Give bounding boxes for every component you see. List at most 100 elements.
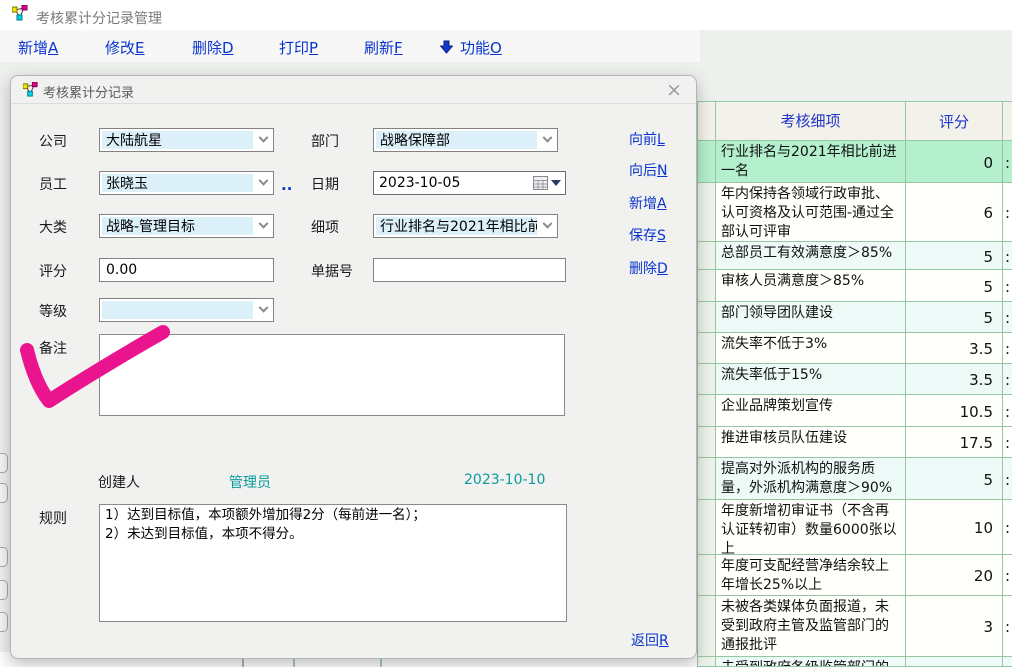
toolbar-edit-button[interactable]: 修改E bbox=[105, 37, 145, 58]
table-row[interactable]: 流失率低于15%3.5: bbox=[698, 364, 1012, 395]
row-header-cell bbox=[698, 555, 716, 595]
assessment-item-cell: 年内保持各领域行政审批、认可资格及认可范围-通过全部认可评审 bbox=[716, 183, 906, 241]
table-row[interactable]: 总部员工有效满意度＞85%5: bbox=[698, 242, 1012, 270]
employee-value: 张晓玉 bbox=[102, 174, 253, 192]
score-cell: 10 bbox=[906, 500, 1003, 554]
assessment-item-cell: 部门领导团队建设 bbox=[716, 302, 906, 332]
close-icon[interactable]: × bbox=[666, 79, 682, 101]
company-value: 大陆航星 bbox=[102, 131, 253, 149]
assessment-item-cell: 年度新增初审证书（不含再认证转初审）数量6000张以上 bbox=[716, 500, 906, 554]
table-row[interactable]: 年度新增初审证书（不含再认证转初审）数量6000张以上10: bbox=[698, 500, 1012, 555]
clipped-column-cell: : bbox=[1003, 141, 1012, 182]
rule-textarea[interactable]: 1）达到目标值，本项额外增加得2分（每前进一名）； 2）未达到目标值，本项不得分… bbox=[99, 504, 567, 622]
toolbar-delete-button[interactable]: 删除D bbox=[192, 37, 234, 58]
clipped-control-fragment bbox=[0, 612, 8, 632]
row-header-cell bbox=[698, 270, 716, 301]
chevron-down-icon[interactable] bbox=[253, 129, 273, 151]
function-menu-arrow-icon bbox=[440, 39, 453, 58]
department-value: 战略保障部 bbox=[376, 131, 537, 149]
save-button[interactable]: 保存S bbox=[629, 225, 666, 245]
company-label: 公司 bbox=[39, 131, 67, 151]
back-button[interactable]: 返回R bbox=[631, 630, 669, 650]
rule-label: 规则 bbox=[39, 508, 67, 528]
prev-button[interactable]: 向前L bbox=[629, 129, 665, 149]
row-header-cell bbox=[698, 657, 716, 667]
record-dialog: 考核累计分记录 × 公司 大陆航星 部门 战略保障部 员工 张晓玉 .. 日期 … bbox=[10, 75, 697, 659]
clipped-column-cell: : bbox=[1003, 183, 1012, 241]
assessment-item-cell: 企业品牌策划宣传 bbox=[716, 395, 906, 426]
category-select[interactable]: 战略-管理目标 bbox=[99, 214, 274, 238]
toolbar-print-button[interactable]: 打印P bbox=[279, 37, 318, 58]
table-row[interactable]: 流失率不低于3%3.5: bbox=[698, 333, 1012, 364]
employee-browse-button[interactable]: .. bbox=[281, 176, 292, 194]
score-cell: 5 bbox=[906, 242, 1003, 269]
clipped-column-cell: : bbox=[1003, 657, 1012, 667]
chevron-down-icon[interactable] bbox=[253, 299, 273, 321]
company-select[interactable]: 大陆航星 bbox=[99, 128, 274, 152]
row-header-cell bbox=[698, 596, 716, 656]
table-row[interactable]: 审核人员满意度＞85%5: bbox=[698, 270, 1012, 302]
detail-select[interactable]: 行业排名与2021年相比前 bbox=[373, 214, 558, 238]
table-row[interactable]: 推进审核员队伍建设17.5: bbox=[698, 427, 1012, 458]
category-value: 战略-管理目标 bbox=[102, 217, 253, 235]
toolbar-function-menu[interactable]: 功能O bbox=[460, 37, 502, 58]
chevron-down-icon[interactable] bbox=[537, 215, 557, 237]
calendar-icon[interactable] bbox=[530, 174, 550, 192]
table-row[interactable]: 年内保持各领域行政审批、认可资格及认可范围-通过全部认可评审6: bbox=[698, 183, 1012, 242]
score-input[interactable] bbox=[99, 258, 274, 282]
assessment-item-cell: 年度可支配经营净结余较上年增长25%以上 bbox=[716, 555, 906, 595]
chevron-down-icon[interactable] bbox=[253, 215, 273, 237]
date-dropdown-icon[interactable] bbox=[551, 180, 561, 186]
assessment-item-cell: 未受到政府各级监管部门的 bbox=[716, 657, 906, 667]
detail-value: 行业排名与2021年相比前 bbox=[376, 217, 537, 235]
table-row[interactable]: 未受到政府各级监管部门的: bbox=[698, 657, 1012, 667]
next-button[interactable]: 向后N bbox=[629, 160, 667, 180]
grade-select[interactable] bbox=[99, 298, 274, 322]
table-row[interactable]: 企业品牌策划宣传10.5: bbox=[698, 395, 1012, 427]
clipped-column-cell: : bbox=[1003, 427, 1012, 457]
column-header-score: 评分 bbox=[906, 102, 1003, 140]
grade-value bbox=[102, 301, 253, 319]
department-select[interactable]: 战略保障部 bbox=[373, 128, 558, 152]
toolbar-add-button[interactable]: 新增A bbox=[18, 37, 58, 58]
assessment-item-cell: 流失率不低于3% bbox=[716, 333, 906, 363]
app-icon bbox=[12, 5, 28, 25]
clipped-control-fragment bbox=[0, 547, 8, 567]
delete-button[interactable]: 删除D bbox=[629, 258, 668, 278]
table-row[interactable]: 年度可支配经营净结余较上年增长25%以上20: bbox=[698, 555, 1012, 596]
table-row[interactable]: 行业排名与2021年相比前进一名0: bbox=[698, 141, 1012, 183]
clipped-column-cell: : bbox=[1003, 555, 1012, 595]
row-header-cell bbox=[698, 364, 716, 394]
chevron-down-icon[interactable] bbox=[537, 129, 557, 151]
employee-label: 员工 bbox=[39, 174, 67, 194]
employee-select[interactable]: 张晓玉 bbox=[99, 171, 274, 195]
clipped-control-fragment bbox=[0, 483, 8, 503]
row-header-cell bbox=[698, 302, 716, 332]
table-row[interactable]: 部门领导团队建设5: bbox=[698, 302, 1012, 333]
dialog-title-bar: 考核累计分记录 × bbox=[11, 76, 696, 104]
date-label: 日期 bbox=[311, 174, 339, 194]
clipped-column-cell: : bbox=[1003, 395, 1012, 426]
table-row[interactable]: 未被各类媒体负面报道，未受到政府主管及监管部门的通报批评3: bbox=[698, 596, 1012, 657]
remark-textarea[interactable] bbox=[99, 334, 565, 416]
table-row[interactable]: 提高对外派机构的服务质量，外派机构满意度＞90%5: bbox=[698, 458, 1012, 500]
score-cell: 5 bbox=[906, 302, 1003, 332]
score-cell: 0 bbox=[906, 141, 1003, 182]
chevron-down-icon[interactable] bbox=[253, 172, 273, 194]
score-cell: 3.5 bbox=[906, 364, 1003, 394]
row-header-cell bbox=[698, 458, 716, 499]
column-header-item: 考核细项 bbox=[716, 102, 906, 140]
add-button[interactable]: 新增A bbox=[629, 193, 667, 213]
row-header-cell bbox=[698, 500, 716, 554]
creator-label: 创建人 bbox=[98, 472, 140, 492]
clipped-column-cell: : bbox=[1003, 270, 1012, 301]
assessment-item-cell: 提高对外派机构的服务质量，外派机构满意度＞90% bbox=[716, 458, 906, 499]
grid-line-fragment bbox=[380, 659, 382, 667]
toolbar-refresh-button[interactable]: 刷新F bbox=[364, 37, 403, 58]
score-label: 评分 bbox=[39, 261, 67, 281]
date-picker[interactable]: 2023-10-05 bbox=[373, 171, 566, 195]
row-header-cell bbox=[698, 141, 716, 182]
score-cell: 5 bbox=[906, 458, 1003, 499]
doc-no-input[interactable] bbox=[373, 258, 566, 282]
assessment-item-cell: 未被各类媒体负面报道，未受到政府主管及监管部门的通报批评 bbox=[716, 596, 906, 656]
